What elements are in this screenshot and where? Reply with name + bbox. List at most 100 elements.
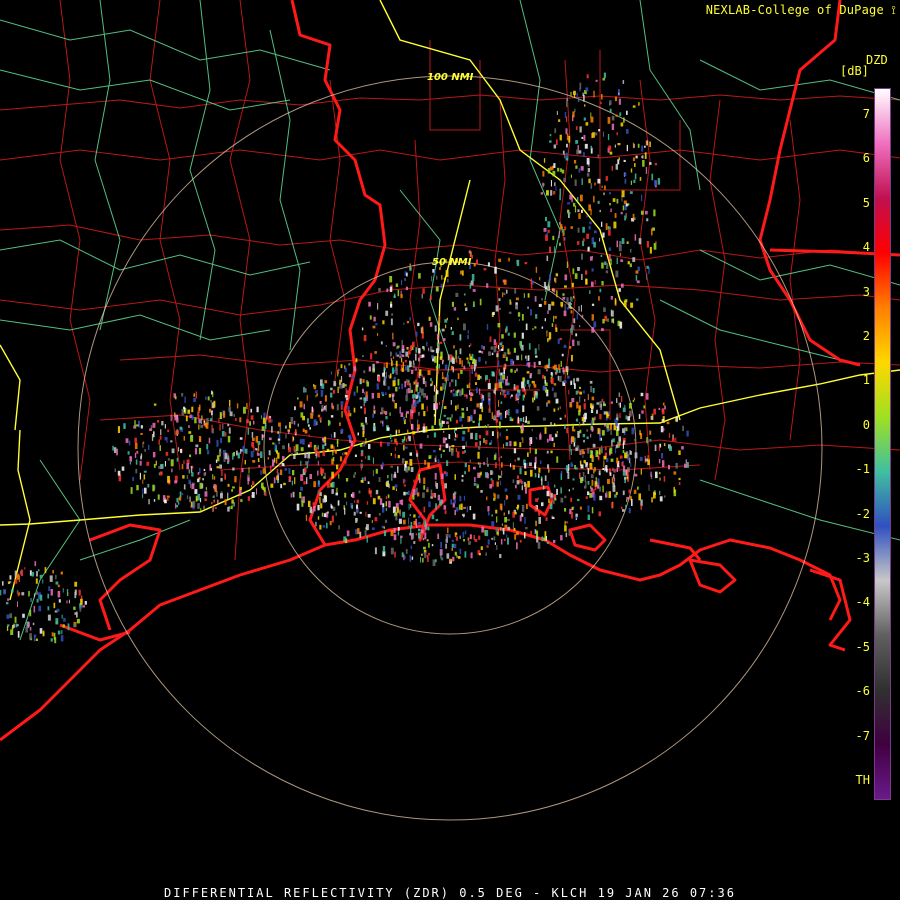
- radar-echo-gate: [350, 441, 353, 447]
- radar-echo-gate: [186, 495, 189, 499]
- radar-echo-gate: [597, 154, 600, 159]
- radar-echo-gate: [445, 270, 449, 277]
- radar-echo-gate: [319, 524, 322, 530]
- radar-echo-gate: [397, 455, 400, 459]
- radar-echo-gate: [448, 434, 451, 439]
- radar-echo-gate: [556, 456, 559, 463]
- radar-echo-gate: [387, 386, 390, 390]
- radar-echo-gate: [161, 421, 164, 426]
- radar-echo-gate: [44, 567, 47, 574]
- radar-echo-gate: [563, 344, 567, 348]
- radar-echo-gate: [554, 315, 557, 319]
- radar-echo-gate: [483, 268, 487, 271]
- radar-echo-gate: [571, 511, 573, 519]
- radar-echo-gate: [527, 379, 530, 385]
- radar-echo-gate: [451, 539, 454, 543]
- radar-echo-gate: [624, 452, 627, 459]
- radar-echo-gate: [340, 428, 344, 433]
- radar-echo-gate: [321, 383, 325, 389]
- radar-echo-gate: [663, 443, 666, 447]
- radar-echo-gate: [336, 487, 338, 493]
- radar-echo-gate: [675, 437, 677, 443]
- radar-echo-gate: [457, 373, 460, 379]
- radar-echo-gate: [579, 325, 581, 328]
- radar-echo-gate: [433, 432, 437, 438]
- radar-echo-gate: [522, 437, 524, 443]
- radar-echo-gate: [385, 310, 389, 316]
- radar-echo-gate: [504, 524, 508, 529]
- radar-echo-gate: [547, 229, 550, 233]
- radar-echo-gate: [338, 368, 340, 371]
- radar-echo-gate: [578, 168, 581, 173]
- radar-echo-gate: [495, 527, 499, 532]
- radar-echo-gate: [619, 321, 623, 329]
- radar-echo-gate: [401, 357, 403, 363]
- radar-echo-gate: [593, 455, 595, 462]
- radar-echo-gate: [322, 444, 325, 450]
- radar-echo-gate: [478, 350, 482, 353]
- radar-echo-gate: [681, 446, 684, 450]
- radar-echo-gate: [268, 437, 272, 441]
- radar-echo-gate: [413, 479, 415, 483]
- radar-echo-gate: [590, 485, 592, 489]
- radar-echo-gate: [206, 443, 209, 450]
- radar-echo-gate: [445, 324, 447, 329]
- radar-echo-gate: [513, 347, 516, 353]
- radar-echo-gate: [390, 547, 394, 555]
- radar-echo-gate: [583, 439, 585, 443]
- radar-echo-gate: [515, 304, 518, 310]
- radar-echo-gate: [420, 529, 424, 534]
- radar-echo-gate: [616, 132, 618, 136]
- radar-echo-gate: [618, 402, 620, 406]
- radar-echo-gate: [17, 631, 20, 638]
- radar-echo-gate: [324, 395, 327, 402]
- radar-echo-gate: [333, 432, 336, 438]
- radar-echo-gate: [481, 526, 485, 533]
- radar-echo-gate: [388, 500, 391, 508]
- radar-echo-gate: [357, 528, 360, 535]
- radar-echo-gate: [390, 530, 394, 537]
- radar-echo-gate: [510, 463, 512, 468]
- radar-echo-gate: [306, 477, 308, 485]
- radar-echo-gate: [166, 495, 170, 498]
- radar-echo-gate: [433, 385, 435, 392]
- credit-text: NEXLAB-College of DuPage: [705, 3, 884, 17]
- radar-echo-gate: [555, 327, 558, 332]
- radar-echo-gate: [591, 268, 594, 272]
- radar-echo-gate: [601, 398, 604, 402]
- radar-echo-gate: [550, 492, 553, 498]
- radar-echo-gate: [394, 551, 396, 558]
- radar-echo-gate: [395, 503, 399, 508]
- radar-echo-gate: [457, 389, 459, 393]
- radar-echo-gate: [466, 506, 468, 513]
- radar-echo-gate: [429, 322, 433, 327]
- radar-echo-gate: [622, 509, 625, 512]
- radar-echo-gate: [244, 448, 248, 454]
- radar-echo-gate: [229, 411, 233, 417]
- colorbar-tick: 5: [862, 195, 870, 210]
- radar-echo-gate: [548, 469, 550, 473]
- radar-echo-gate: [121, 466, 125, 471]
- radar-echo-gate: [587, 491, 590, 496]
- radar-echo-gate: [309, 474, 312, 479]
- radar-echo-gate: [562, 150, 565, 155]
- radar-echo-gate: [33, 593, 35, 598]
- radar-echo-gate: [112, 445, 114, 451]
- colorbar-tick: -3: [855, 551, 870, 565]
- radar-echo-gate: [603, 460, 605, 468]
- radar-echo-gate: [641, 194, 643, 202]
- radar-echo-gate: [205, 422, 209, 429]
- radar-echo-gate: [538, 343, 540, 351]
- radar-echo-gate: [585, 122, 589, 126]
- radar-echo-gate: [189, 496, 191, 503]
- radar-echo-gate: [512, 465, 516, 470]
- radar-echo-gate: [540, 192, 543, 195]
- radar-echo-gate: [678, 450, 681, 455]
- radar-echo-gate: [260, 451, 263, 458]
- radar-echo-gate: [462, 270, 464, 276]
- radar-echo-gate: [203, 422, 205, 427]
- radar-echo-gate: [534, 529, 537, 534]
- radar-echo-gate: [409, 317, 411, 321]
- radar-echo-gate: [646, 241, 649, 248]
- radar-echo-gate: [491, 371, 494, 376]
